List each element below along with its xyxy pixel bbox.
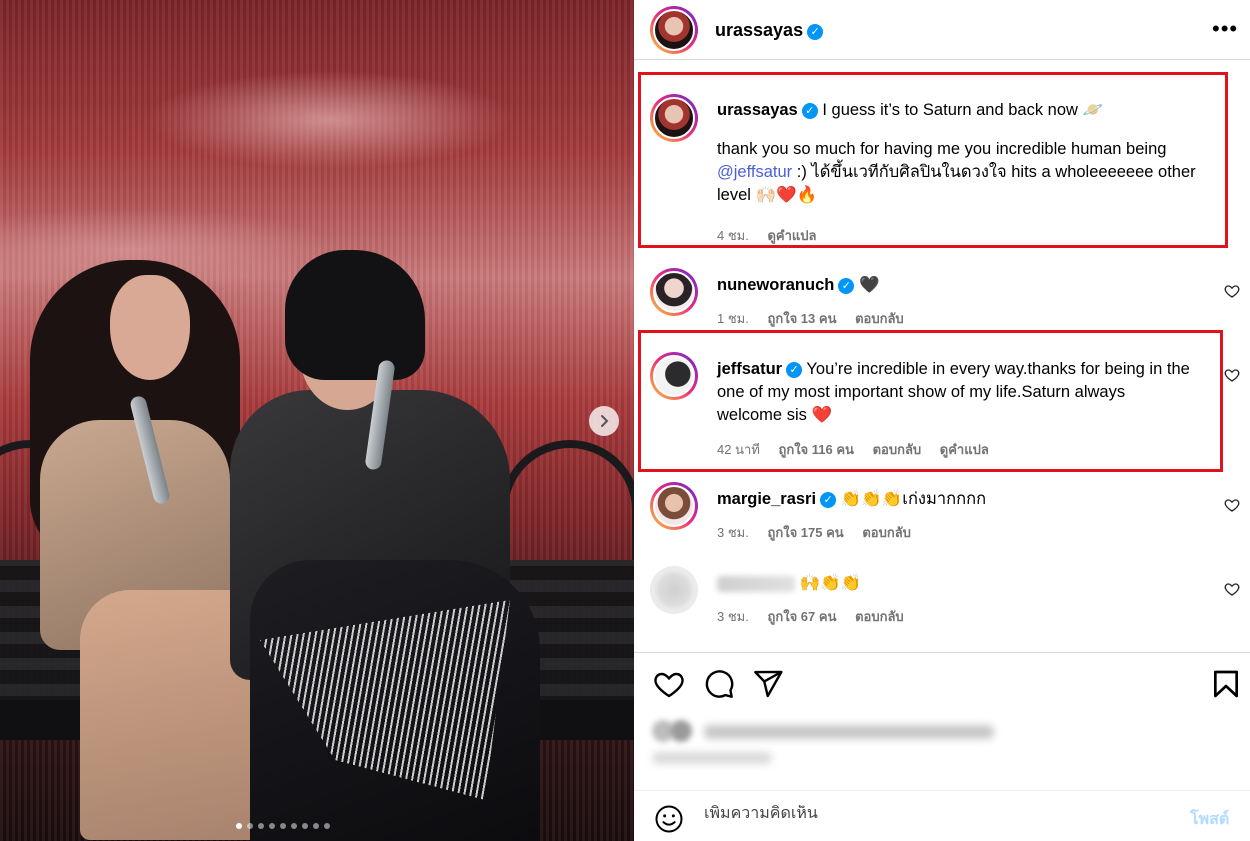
chevron-right-icon [601,415,609,427]
likes-count-blurred [652,752,772,764]
post-header: urassayas ✓ ••• [634,0,1250,60]
carousel-dot [236,823,242,829]
woman-face [110,275,190,380]
comment-body: 👏👏👏เก่งมากกกก [840,490,987,508]
avatar-blurred[interactable] [650,566,698,614]
comment-body: 🖤 [858,276,880,294]
author-username[interactable]: urassayas [715,20,803,40]
likes-count[interactable]: ถูกใจ 67 คน [767,609,836,624]
avatar[interactable] [650,268,698,316]
more-icon[interactable]: ••• [1212,16,1238,42]
liker-avatar-blurred [670,720,692,742]
heart-icon[interactable] [1224,581,1240,597]
comment-username[interactable]: urassayas [717,101,798,119]
verified-badge-icon: ✓ [801,103,818,119]
comment-icon[interactable] [703,668,735,700]
caption-text-fragment: hits a wholeeeeeee other [1006,163,1196,181]
comment-username[interactable]: nuneworanuch [717,276,834,294]
emoji-icon[interactable] [654,804,684,834]
comment-meta: 3 ชม. ถูกใจ 67 คน ตอบกลับ [717,606,919,627]
man-hair [285,250,425,380]
comment-username[interactable]: margie_rasri [717,490,816,508]
author-avatar[interactable] [650,6,698,54]
bench-arch-right [500,440,634,580]
carousel-dot [302,823,308,829]
verified-badge-icon: ✓ [786,362,803,378]
translate-button[interactable]: ดูคำแปล [767,228,816,243]
carousel-dot [291,823,297,829]
reply-button[interactable]: ตอบกลับ [873,442,922,457]
comment-time[interactable]: 4 ชม. [717,228,749,243]
reply-button[interactable]: ตอบกลับ [855,609,904,624]
comment-text: 🙌👏👏 [717,572,1197,595]
heart-icon[interactable] [1224,283,1240,299]
post-side-panel: urassayas ✓ ••• urassayas ✓ I guess it’s t… [634,0,1250,841]
reply-button[interactable]: ตอบกลับ [855,311,904,326]
translate-button[interactable]: ดูคำแปล [940,442,989,457]
comment-time[interactable]: 1 ชม. [717,311,749,326]
comment-time[interactable]: 3 ชม. [717,609,749,624]
verified-badge-icon: ✓ [838,278,855,294]
avatar[interactable] [650,352,698,400]
reply-button[interactable]: ตอบกลับ [862,525,911,540]
post-button[interactable]: โพสต์ [1190,807,1229,832]
heart-icon[interactable] [1224,497,1240,513]
likes-summary-blurred[interactable] [640,704,1245,784]
comment-meta: 3 ชม. ถูกใจ 175 คน ตอบกลับ [717,522,926,543]
post-photo[interactable] [0,0,634,841]
carousel-dot [324,823,330,829]
carousel-dot [280,823,286,829]
likes-count[interactable]: ถูกใจ 13 คน [767,311,836,326]
comment-meta: 1 ชม. ถูกใจ 13 คน ตอบกลับ [717,308,919,329]
author-username-row[interactable]: urassayas ✓ [715,20,824,41]
caption-line-4: level 🙌🏻❤️🔥 [717,186,818,204]
carousel-dot [258,823,264,829]
comment-composer: โพสต์ [634,790,1250,841]
comment-text: margie_rasri ✓ 👏👏👏เก่งมากกกก [717,488,1197,511]
verified-badge-icon: ✓ [820,492,837,508]
comment-username[interactable]: jeffsatur [717,360,782,378]
comment-body: 🙌👏👏 [799,574,862,592]
caption-text-fragment: :) [792,163,812,181]
carousel-dot [313,823,319,829]
comment-text: urassayas ✓ I guess it’s to Saturn and ba… [717,99,1197,207]
caption-thai-text: ได้ขึ้นเวทีกับศิลปินในดวงใจ [811,163,1007,181]
carousel-dot [269,823,275,829]
comment-meta: 42 นาที ถูกใจ 116 คน ตอบกลับ ดูคำแปล [717,439,1004,460]
comment-text: jeffsatur ✓ You’re incredible in every wa… [717,358,1192,427]
heart-icon[interactable] [1224,367,1240,383]
likes-text-blurred [704,725,994,739]
like-heart-icon[interactable] [653,668,685,700]
carousel-next-button[interactable] [589,406,619,436]
carousel-indicator [236,823,330,829]
carousel-dot [247,823,253,829]
likes-count[interactable]: ถูกใจ 116 คน [778,442,854,457]
caption-line-1: I guess it’s to Saturn and back now 🪐 [822,101,1104,119]
verified-badge-icon: ✓ [807,24,824,40]
caption-line-2: thank you so much for having me you incr… [717,140,1167,158]
comment-input[interactable] [704,805,1144,823]
likes-count[interactable]: ถูกใจ 175 คน [767,525,843,540]
blurred-username[interactable] [717,575,795,592]
comment-time[interactable]: 3 ชม. [717,525,749,540]
comment-time[interactable]: 42 นาที [717,442,760,457]
divider [634,652,1250,653]
share-icon[interactable] [752,668,784,700]
mention-link[interactable]: @jeffsatur [717,163,792,181]
avatar[interactable] [650,482,698,530]
comment-meta: 4 ชม. ดูคำแปล [717,225,832,246]
comment-text: nuneworanuch ✓ 🖤 [717,274,1197,297]
avatar[interactable] [650,94,698,142]
bookmark-icon[interactable] [1210,668,1242,700]
